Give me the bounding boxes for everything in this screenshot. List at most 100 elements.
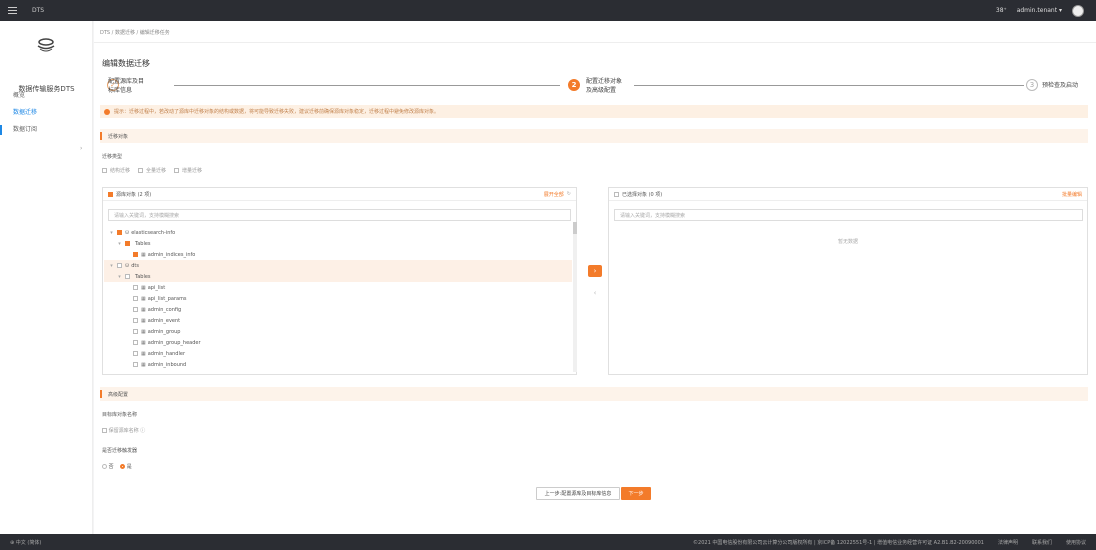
- checkbox[interactable]: [133, 329, 138, 334]
- chevron-down-icon[interactable]: ▾: [117, 274, 122, 280]
- checkbox[interactable]: [133, 285, 138, 290]
- breadcrumb[interactable]: DTS / 数据迁移 / 编辑迁移任务: [100, 29, 170, 36]
- option-structure[interactable]: 结构迁移: [102, 167, 130, 174]
- scrollbar[interactable]: [573, 222, 577, 372]
- target-search-input[interactable]: 请输入关键词，支持模糊搜索: [614, 209, 1083, 221]
- user-menu[interactable]: admin.tenant ▾: [1017, 7, 1062, 14]
- tree-item[interactable]: ▦ admin_group_header: [104, 337, 572, 348]
- refresh-icon[interactable]: ↻: [567, 191, 571, 197]
- footer-link[interactable]: 法律声明: [998, 539, 1018, 546]
- target-panel-title: 已选择对象 (0 项): [622, 191, 663, 198]
- tree-item[interactable]: ▦ admin_group: [104, 326, 572, 337]
- checkbox[interactable]: [133, 340, 138, 345]
- language-switch[interactable]: ⊕ 中文 (简体): [10, 539, 41, 546]
- expand-all-link[interactable]: 展开全部: [544, 191, 564, 198]
- sidebar-item-subscription[interactable]: 数据订阅: [13, 124, 37, 133]
- tree-item-label: admin_event: [147, 317, 181, 324]
- tree-item-label: Tables: [135, 240, 151, 247]
- sidebar-item-migration[interactable]: 数据迁移: [13, 107, 37, 116]
- info-icon: ⓘ: [140, 428, 146, 434]
- checkbox[interactable]: [133, 307, 138, 312]
- tree-item[interactable]: ▦ admin_handler: [104, 348, 572, 359]
- checkbox[interactable]: [133, 252, 138, 257]
- tree-item[interactable]: ▾ ⛁ elasticsearch-info: [104, 227, 572, 238]
- checkbox[interactable]: [125, 274, 130, 279]
- step-line: [174, 85, 560, 86]
- chevron-down-icon[interactable]: ▾: [117, 241, 122, 247]
- checkbox[interactable]: [174, 168, 180, 173]
- copyright-text: ©2021 中国电信股份有限公司云计算分公司版权所有 | 京ICP备 12022…: [693, 539, 984, 546]
- tree-item-label: admin_group: [147, 328, 181, 335]
- sidebar-item-overview[interactable]: 概览: [13, 90, 25, 99]
- select-all-checkbox[interactable]: [614, 191, 619, 197]
- tree-item[interactable]: ▦ admin_indices_info: [104, 249, 572, 260]
- table-icon: ▦: [141, 328, 146, 335]
- table-icon: ▦: [141, 361, 146, 368]
- checkbox[interactable]: [102, 168, 107, 173]
- checkbox[interactable]: [133, 296, 138, 301]
- step-3-label: 预检查及启动: [1042, 82, 1079, 89]
- top-bar: DTS 38⁺ admin.tenant ▾: [0, 0, 1096, 21]
- keep-name-option[interactable]: 保留源库名称 ⓘ: [102, 427, 145, 434]
- table-icon: ▦: [141, 317, 146, 324]
- checkbox[interactable]: [117, 230, 122, 235]
- tree-item-label: admin_handler: [147, 350, 185, 357]
- step-3-icon: 3: [1026, 79, 1038, 91]
- trigger-label: 是否迁移触发器: [102, 448, 138, 454]
- chevron-down-icon[interactable]: ▾: [109, 263, 114, 269]
- migrate-type-label: 迁移类型: [102, 154, 123, 160]
- source-search-input[interactable]: 请输入关键词，支持模糊搜索: [108, 209, 571, 221]
- checkbox[interactable]: [133, 362, 138, 367]
- table-icon: ▦: [141, 284, 146, 291]
- table-icon: ▦: [141, 295, 146, 302]
- menu-icon[interactable]: [8, 7, 17, 14]
- footer-link[interactable]: 联系我们: [1032, 539, 1052, 546]
- checkbox[interactable]: [133, 351, 138, 356]
- source-panel-title: 源库对象 (2 项): [116, 191, 152, 198]
- notification-icon[interactable]: 38⁺: [996, 7, 1007, 14]
- sidebar: 数据传输服务DTS 概览 数据迁移 数据订阅 ›: [0, 21, 93, 534]
- table-icon: ▦: [141, 306, 146, 313]
- tree-item[interactable]: ▦ api_list: [104, 282, 572, 293]
- tree-item[interactable]: ▦ api_list_params: [104, 293, 572, 304]
- alert-banner: 提示：迁移过程中，若改动了源库中迁移对象的结构或数据，将可能导致迁移失败，建议迁…: [100, 105, 1088, 118]
- avatar[interactable]: [1072, 4, 1084, 17]
- tree-item[interactable]: ▾ ⛁ dts: [104, 260, 572, 271]
- tree-item-label: admin_indices_info: [147, 251, 196, 258]
- next-step-button[interactable]: 下一步: [621, 487, 651, 500]
- tree-item[interactable]: ▦ admin_event: [104, 315, 572, 326]
- checkbox[interactable]: [117, 263, 122, 268]
- select-all-checkbox[interactable]: [108, 191, 113, 197]
- option-full[interactable]: 全量迁移: [138, 167, 166, 174]
- prev-step-button[interactable]: 上一步:配置源库及目标库信息: [536, 487, 620, 500]
- tree-item[interactable]: ▦ admin_inbound: [104, 359, 572, 370]
- move-left-button[interactable]: ‹: [588, 287, 602, 299]
- footer-link[interactable]: 使用协议: [1066, 539, 1086, 546]
- radio-yes[interactable]: 是: [120, 464, 132, 470]
- section-header-objects: 迁移对象: [100, 129, 1088, 143]
- radio-no[interactable]: 否: [102, 464, 114, 470]
- move-right-button[interactable]: ›: [588, 265, 602, 277]
- checkbox[interactable]: [133, 318, 138, 323]
- checkbox[interactable]: [125, 241, 130, 246]
- checkbox[interactable]: [102, 428, 107, 433]
- tree-item-label: elasticsearch-info: [131, 229, 176, 236]
- option-incremental[interactable]: 增量迁移: [174, 167, 202, 174]
- tree-item[interactable]: ▦ admin_config: [104, 304, 572, 315]
- target-objects-panel: 已选择对象 (0 项) 批量编辑 请输入关键词，支持模糊搜索 暂无数据: [608, 187, 1088, 375]
- table-icon: ▦: [141, 251, 146, 258]
- sidebar-active-indicator: [0, 125, 2, 135]
- database-icon: ⛁: [125, 229, 130, 236]
- batch-edit-link[interactable]: 批量编辑: [1062, 191, 1082, 198]
- tree-item[interactable]: ▾ Tables: [104, 238, 572, 249]
- source-objects-panel: 源库对象 (2 项) 展开全部 ↻ 请输入关键词，支持模糊搜索 ▾ ⛁ elasti…: [102, 187, 577, 375]
- dts-logo-icon: [37, 38, 55, 52]
- tree-item[interactable]: ▾ Tables: [104, 271, 572, 282]
- chevron-down-icon[interactable]: ▾: [109, 230, 114, 236]
- step-line: [634, 85, 1024, 86]
- target-name-label: 目标库对象名称: [102, 412, 138, 418]
- checkbox[interactable]: [138, 168, 144, 173]
- empty-text: 暂无数据: [837, 239, 858, 245]
- chevron-right-icon[interactable]: ›: [80, 145, 82, 152]
- trigger-radio-group: 否 是: [102, 463, 132, 470]
